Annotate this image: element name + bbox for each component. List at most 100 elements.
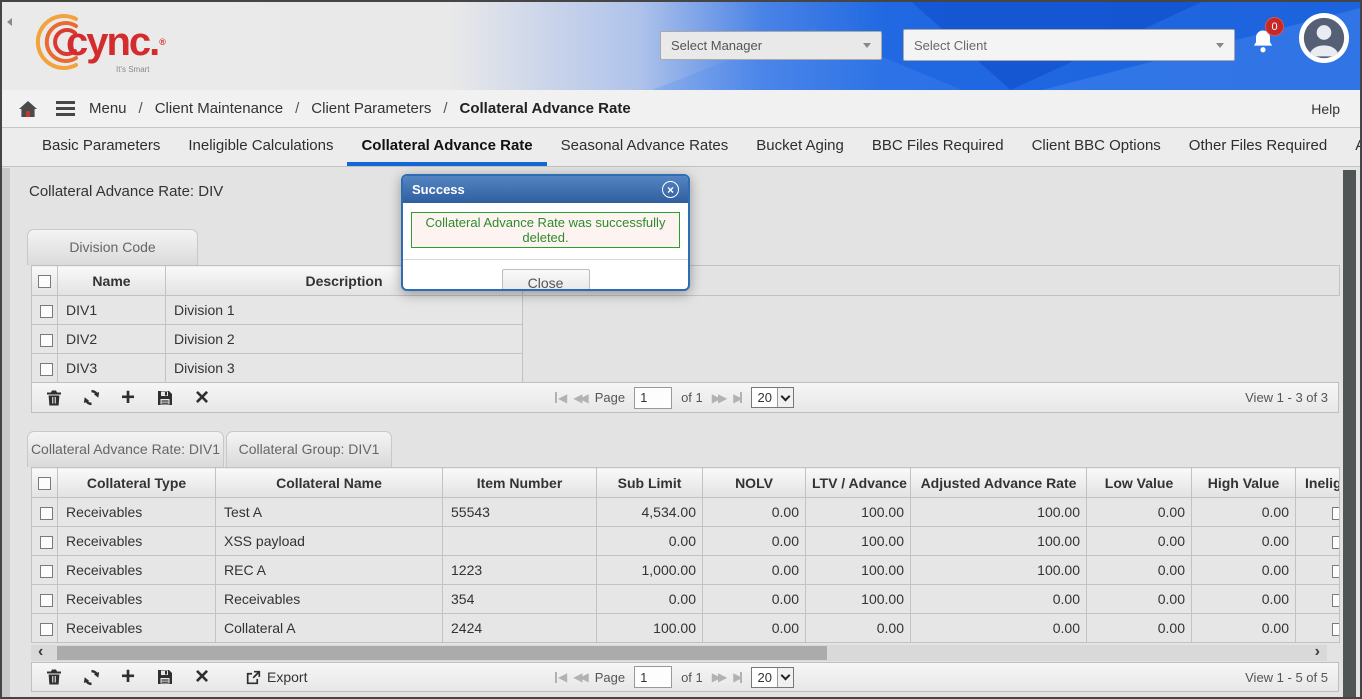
tab-item[interactable]: BBC Files Required xyxy=(858,128,1018,166)
next-page-button[interactable]: ▶▶ xyxy=(712,670,724,684)
column-header-ltv-advance[interactable]: LTV / Advance xyxy=(806,468,911,498)
cell-adjusted-advance-rate[interactable]: 100.00 xyxy=(911,527,1087,556)
tab-item[interactable]: Activity Tickler xyxy=(1341,128,1360,166)
scroll-left-icon[interactable]: ‹ xyxy=(38,643,43,661)
tab-division-code[interactable]: Division Code xyxy=(27,229,198,265)
cancel-edit-icon[interactable]: × xyxy=(193,668,211,686)
column-header-collateral-type[interactable]: Collateral Type xyxy=(58,468,216,498)
select-client-dropdown[interactable]: Select Client xyxy=(903,29,1235,61)
cell-ineligible-checkbox[interactable] xyxy=(1296,585,1340,614)
right-scroll-strip[interactable] xyxy=(1343,170,1356,697)
cell-nolv[interactable]: 0.00 xyxy=(703,527,806,556)
cell-nolv[interactable]: 0.00 xyxy=(703,614,806,643)
row-checkbox[interactable] xyxy=(32,585,58,614)
row-checkbox[interactable] xyxy=(32,354,58,383)
select-manager-dropdown[interactable]: Select Manager xyxy=(660,31,882,60)
save-icon[interactable] xyxy=(156,668,174,686)
breadcrumb-item-client-parameters[interactable]: Client Parameters xyxy=(311,100,431,117)
table-row[interactable]: DIV3 Division 3 xyxy=(32,354,1340,383)
horizontal-scrollbar[interactable]: ‹ › xyxy=(31,645,1327,661)
cell-nolv[interactable]: 0.00 xyxy=(703,498,806,527)
scroll-right-icon[interactable]: › xyxy=(1315,643,1320,661)
table-row[interactable]: DIV1 Division 1 xyxy=(32,296,1340,325)
menu-hamburger-icon[interactable] xyxy=(56,98,75,119)
refresh-icon[interactable] xyxy=(82,389,100,407)
cell-adjusted-advance-rate[interactable]: 100.00 xyxy=(911,556,1087,585)
table-row[interactable]: Receivables Test A 55543 4,534.00 0.00 1… xyxy=(32,498,1340,527)
cell-collateral-type[interactable]: Receivables xyxy=(58,556,216,585)
cell-ltv-advance[interactable]: 100.00 xyxy=(806,556,911,585)
scrollbar-thumb[interactable] xyxy=(57,646,827,660)
cell-sub-limit[interactable]: 100.00 xyxy=(597,614,703,643)
cell-ltv-advance[interactable]: 100.00 xyxy=(806,498,911,527)
home-icon[interactable] xyxy=(18,100,38,118)
close-icon[interactable]: × xyxy=(662,181,679,198)
tab-item[interactable]: Seasonal Advance Rates xyxy=(547,128,743,166)
cell-ltv-advance[interactable]: 100.00 xyxy=(806,527,911,556)
cell-ineligible-checkbox[interactable] xyxy=(1296,498,1340,527)
cell-name[interactable]: DIV3 xyxy=(58,354,166,383)
breadcrumb-menu[interactable]: Menu xyxy=(89,100,127,117)
tab-item[interactable]: Client BBC Options xyxy=(1018,128,1175,166)
cell-description[interactable]: Division 3 xyxy=(166,354,523,383)
delete-icon[interactable] xyxy=(45,389,63,407)
column-header-ineligible[interactable]: Inelig xyxy=(1296,468,1340,498)
table-row[interactable]: Receivables REC A 1223 1,000.00 0.00 100… xyxy=(32,556,1340,585)
cell-collateral-name[interactable]: XSS payload xyxy=(216,527,443,556)
tab-scroll-left-icon[interactable] xyxy=(7,18,12,26)
cell-ineligible-checkbox[interactable] xyxy=(1296,556,1340,585)
add-row-icon[interactable]: + xyxy=(119,389,137,407)
row-checkbox[interactable] xyxy=(32,527,58,556)
cell-name[interactable]: DIV1 xyxy=(58,296,166,325)
first-page-button[interactable]: ◀ xyxy=(555,391,564,405)
cell-low-value[interactable]: 0.00 xyxy=(1087,614,1192,643)
cell-low-value[interactable]: 0.00 xyxy=(1087,498,1192,527)
cell-collateral-name[interactable]: Receivables xyxy=(216,585,443,614)
cell-ltv-advance[interactable]: 0.00 xyxy=(806,614,911,643)
tab-item[interactable]: Collateral Advance Rate xyxy=(347,128,546,166)
page-size-select[interactable]: 20 xyxy=(751,667,793,688)
prev-page-button[interactable]: ◀◀ xyxy=(573,670,585,684)
row-checkbox[interactable] xyxy=(32,498,58,527)
column-header-sub-limit[interactable]: Sub Limit xyxy=(597,468,703,498)
cell-collateral-name[interactable]: Test A xyxy=(216,498,443,527)
user-avatar[interactable] xyxy=(1299,13,1349,63)
cell-ineligible-checkbox[interactable] xyxy=(1296,614,1340,643)
page-input[interactable] xyxy=(634,387,672,409)
cell-adjusted-advance-rate[interactable]: 0.00 xyxy=(911,614,1087,643)
cell-description[interactable]: Division 1 xyxy=(166,296,523,325)
tab-item[interactable]: Bucket Aging xyxy=(742,128,858,166)
column-header-nolv[interactable]: NOLV xyxy=(703,468,806,498)
column-header-collateral-name[interactable]: Collateral Name xyxy=(216,468,443,498)
table-row[interactable]: DIV2 Division 2 xyxy=(32,325,1340,354)
tab-item[interactable]: Other Files Required xyxy=(1175,128,1341,166)
cell-high-value[interactable]: 0.00 xyxy=(1192,614,1296,643)
cell-adjusted-advance-rate[interactable]: 100.00 xyxy=(911,498,1087,527)
tab-collateral-group[interactable]: Collateral Group: DIV1 xyxy=(226,431,392,467)
cell-low-value[interactable]: 0.00 xyxy=(1087,585,1192,614)
first-page-button[interactable]: ◀ xyxy=(555,670,564,684)
column-header-name[interactable]: Name xyxy=(58,266,166,296)
select-all-checkbox[interactable] xyxy=(32,266,58,296)
cell-ineligible-checkbox[interactable] xyxy=(1296,527,1340,556)
last-page-button[interactable]: ▶ xyxy=(733,670,742,684)
cell-high-value[interactable]: 0.00 xyxy=(1192,498,1296,527)
cell-collateral-type[interactable]: Receivables xyxy=(58,527,216,556)
cell-collateral-type[interactable]: Receivables xyxy=(58,585,216,614)
cell-collateral-type[interactable]: Receivables xyxy=(58,498,216,527)
cell-nolv[interactable]: 0.00 xyxy=(703,585,806,614)
page-input[interactable] xyxy=(634,666,672,688)
add-row-icon[interactable]: + xyxy=(119,668,137,686)
column-header-item-number[interactable]: Item Number xyxy=(443,468,597,498)
table-row[interactable]: Receivables XSS payload 0.00 0.00 100.00… xyxy=(32,527,1340,556)
column-header-low-value[interactable]: Low Value xyxy=(1087,468,1192,498)
breadcrumb-item-client-maintenance[interactable]: Client Maintenance xyxy=(155,100,283,117)
cell-high-value[interactable]: 0.00 xyxy=(1192,556,1296,585)
delete-icon[interactable] xyxy=(45,668,63,686)
export-button[interactable]: Export xyxy=(246,669,307,685)
help-link[interactable]: Help xyxy=(1311,101,1340,117)
page-size-select[interactable]: 20 xyxy=(751,387,793,408)
cell-collateral-name[interactable]: Collateral A xyxy=(216,614,443,643)
cell-item-number[interactable]: 354 xyxy=(443,585,597,614)
refresh-icon[interactable] xyxy=(82,668,100,686)
